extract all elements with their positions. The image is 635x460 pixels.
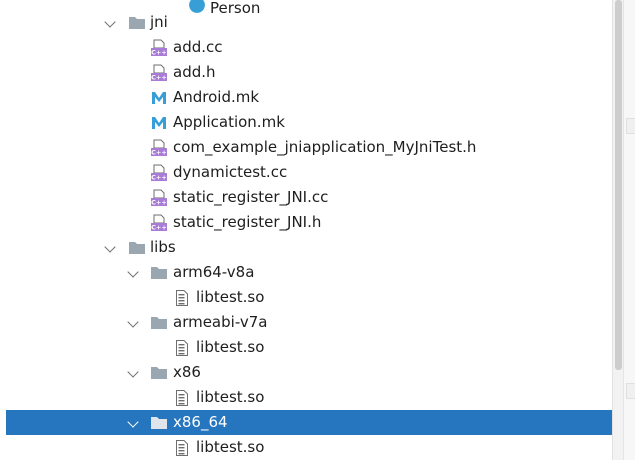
tree-folder-x86-64[interactable]: x86_64	[6, 410, 612, 435]
folder-icon	[151, 367, 167, 379]
tree-item-label: libtest.so	[196, 288, 265, 306]
tree-file-myjnitest-h[interactable]: C++ com_example_jniapplication_MyJniTest…	[0, 135, 612, 160]
tree-item-label: add.h	[173, 63, 216, 81]
tree-item-label: dynamictest.cc	[173, 163, 288, 181]
tree-item-label: com_example_jniapplication_MyJniTest.h	[173, 138, 477, 156]
editor-gutter-marker	[626, 383, 635, 399]
tree-item-label: libtest.so	[196, 388, 265, 406]
tree-item-label: x86_64	[173, 413, 228, 431]
chevron-down-icon[interactable]	[127, 266, 139, 278]
scrollbar-thumb[interactable]	[615, 0, 622, 370]
editor-edge	[623, 0, 635, 460]
tree-file-application-mk[interactable]: Application.mk	[0, 110, 612, 135]
cpp-file-icon: C++	[151, 39, 167, 57]
folder-icon	[129, 17, 145, 29]
tree-file-libtest-so[interactable]: libtest.so	[0, 335, 612, 360]
tree-file-libtest-so[interactable]: libtest.so	[0, 285, 612, 310]
tree-folder-libs[interactable]: libs	[0, 235, 612, 260]
tree-item-label: armeabi-v7a	[173, 313, 268, 331]
folder-icon	[129, 242, 145, 254]
cpp-file-icon: C++	[151, 64, 167, 82]
tree-file-libtest-so[interactable]: libtest.so	[0, 435, 612, 460]
binary-file-icon	[176, 340, 188, 356]
tree-folder-x86[interactable]: x86	[0, 360, 612, 385]
tree-folder-arm64-v8a[interactable]: arm64-v8a	[0, 260, 612, 285]
makefile-icon	[152, 117, 166, 129]
chevron-down-icon[interactable]	[104, 241, 116, 253]
tree-folder-armeabi-v7a[interactable]: armeabi-v7a	[0, 310, 612, 335]
editor-gutter-marker	[626, 118, 635, 134]
tree-file-add-h[interactable]: C++ add.h	[0, 60, 612, 85]
tree-folder-jni[interactable]: jni	[0, 10, 612, 35]
chevron-down-icon[interactable]	[127, 366, 139, 378]
tree-item-label: Android.mk	[173, 88, 260, 106]
tree-file-static-register-jni-h[interactable]: C++ static_register_JNI.h	[0, 210, 612, 235]
tree-item-label: jni	[150, 13, 168, 31]
svg-text:C++: C++	[151, 49, 167, 57]
svg-text:C++: C++	[151, 74, 167, 82]
cpp-file-icon: C++	[151, 189, 167, 207]
tree-item-label: x86	[173, 363, 201, 381]
tree-item-label: libs	[150, 238, 176, 256]
svg-text:C++: C++	[151, 174, 167, 182]
tree-item-label: add.cc	[173, 38, 223, 56]
chevron-down-icon[interactable]	[127, 416, 139, 428]
folder-icon	[151, 317, 167, 329]
svg-text:C++: C++	[151, 224, 167, 232]
svg-text:C++: C++	[151, 149, 167, 157]
chevron-down-icon[interactable]	[127, 316, 139, 328]
makefile-icon	[152, 92, 166, 104]
tree-item-label: libtest.so	[196, 438, 265, 456]
cpp-file-icon: C++	[151, 164, 167, 182]
tree-item-label: arm64-v8a	[173, 263, 255, 281]
tree-file-libtest-so[interactable]: libtest.so	[0, 385, 612, 410]
svg-text:C++: C++	[151, 199, 167, 207]
chevron-down-icon[interactable]	[104, 16, 116, 28]
cpp-file-icon: C++	[151, 139, 167, 157]
folder-icon	[151, 417, 167, 429]
binary-file-icon	[176, 290, 188, 306]
folder-icon	[151, 267, 167, 279]
cpp-file-icon: C++	[151, 214, 167, 232]
tree-item-label: static_register_JNI.cc	[173, 188, 329, 206]
binary-file-icon	[176, 440, 188, 456]
binary-file-icon	[176, 390, 188, 406]
tree-file-static-register-jni-cc[interactable]: C++ static_register_JNI.cc	[0, 185, 612, 210]
tree-item-label: static_register_JNI.h	[173, 213, 322, 231]
tree-file-android-mk[interactable]: Android.mk	[0, 85, 612, 110]
tree-file-dynamictest-cc[interactable]: C++ dynamictest.cc	[0, 160, 612, 185]
tree-item-label: Application.mk	[173, 113, 285, 131]
tree-item-label: libtest.so	[196, 338, 265, 356]
tree-file-add-cc[interactable]: C++ add.cc	[0, 35, 612, 60]
project-tree-panel: Person jni C++ add.cc C++ add.h Android.…	[0, 0, 635, 460]
